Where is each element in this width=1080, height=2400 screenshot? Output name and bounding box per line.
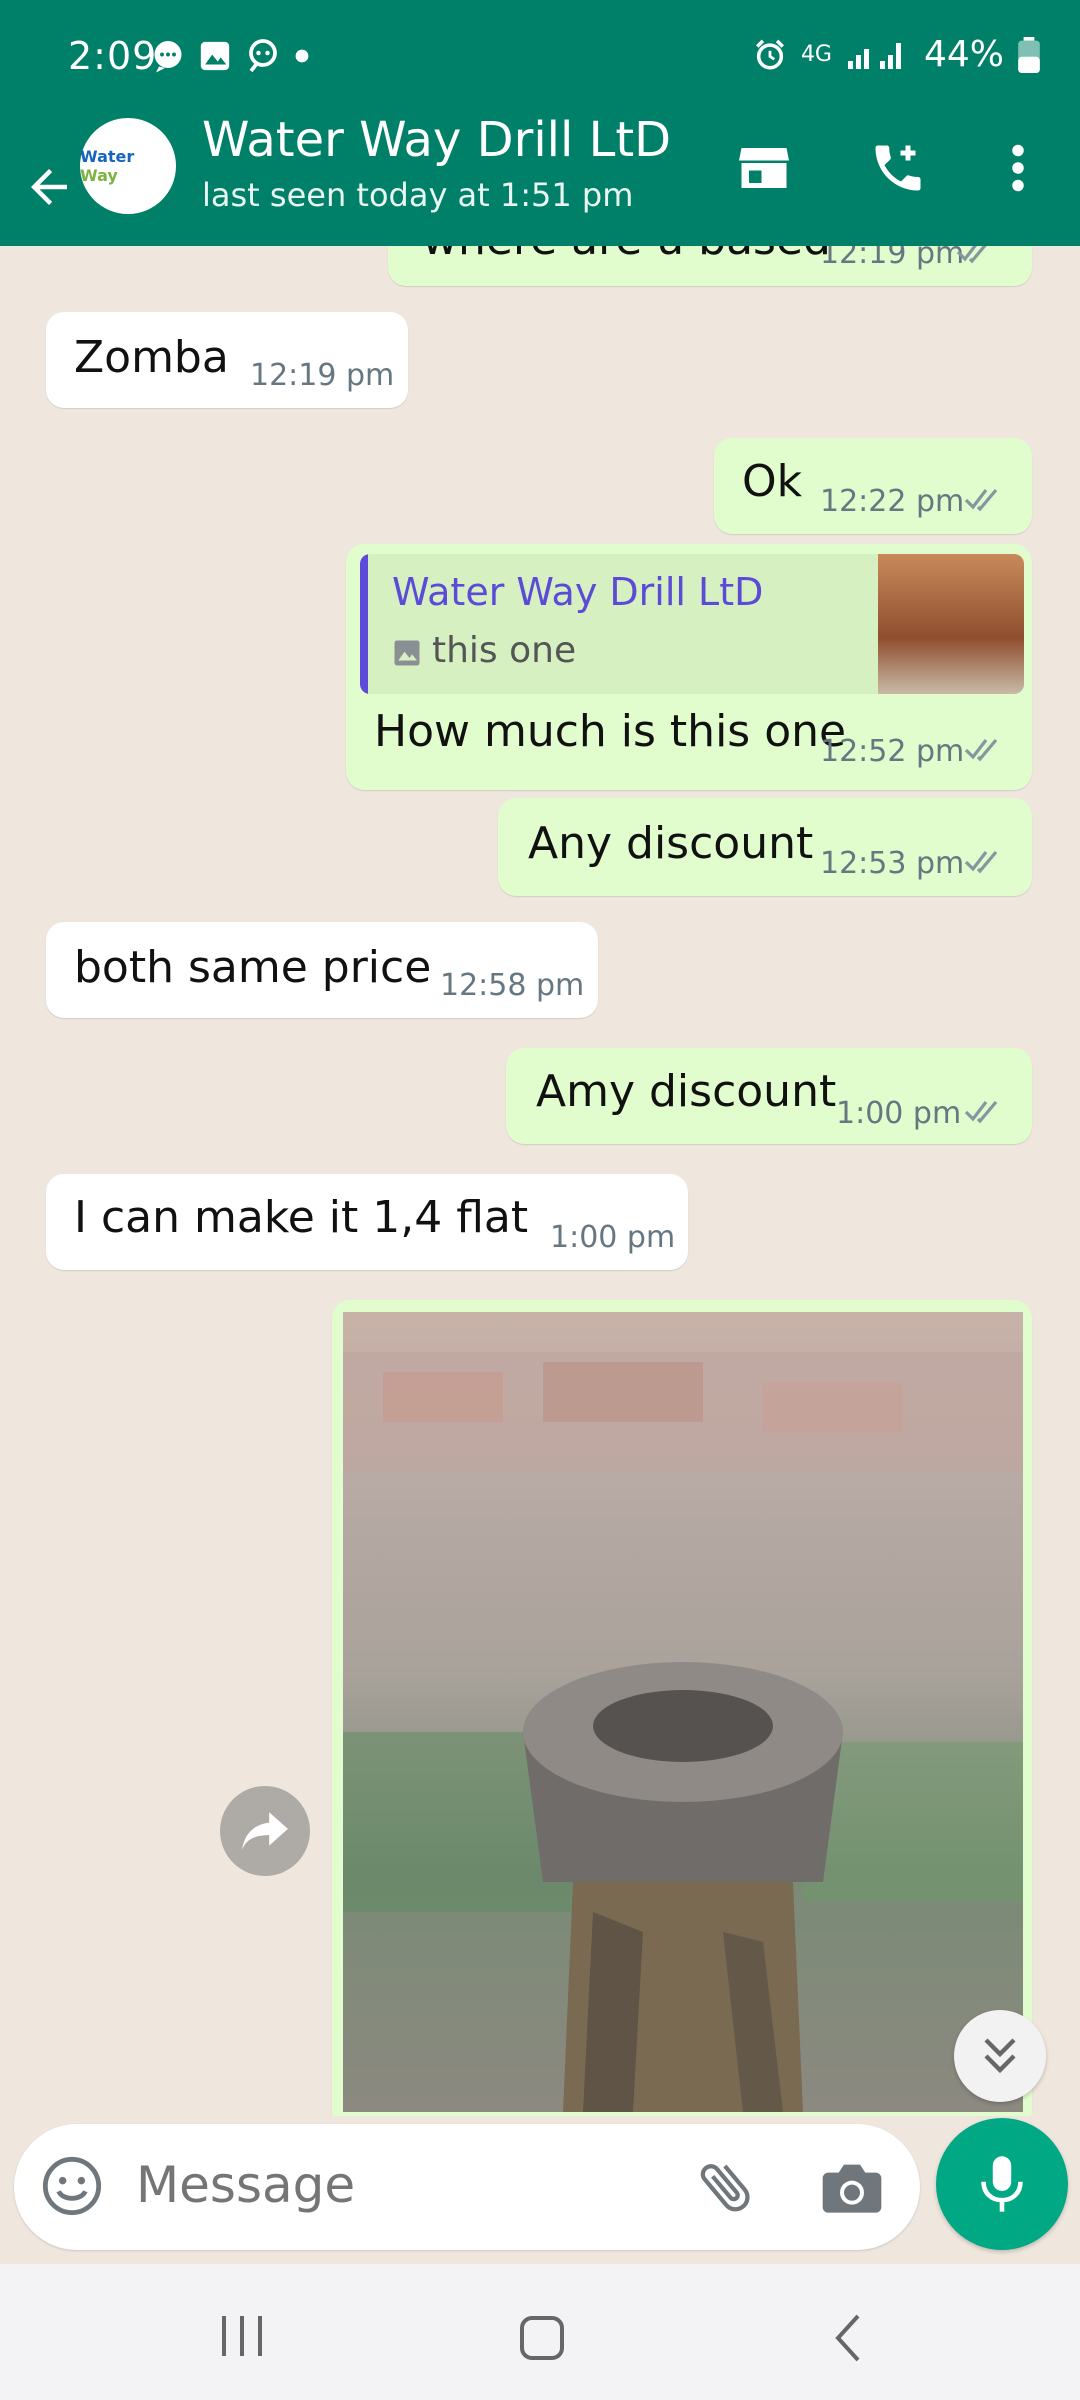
scroll-to-bottom-button[interactable]: [954, 2010, 1046, 2102]
message-input[interactable]: [136, 2156, 656, 2214]
system-nav-bar: [0, 2264, 1080, 2400]
message-text: Amy discount: [536, 1066, 837, 1117]
notification-icons: [150, 38, 310, 74]
back-arrow-icon[interactable]: [22, 160, 76, 214]
emoji-icon[interactable]: [40, 2154, 104, 2218]
forward-icon: [242, 1812, 288, 1850]
double-chevron-down-icon: [984, 2038, 1016, 2074]
read-ticks-icon: [964, 488, 998, 512]
quote-bar: [360, 554, 368, 694]
status-right: 4G 44%: [753, 34, 1040, 75]
message-text: both same price: [74, 942, 432, 993]
read-ticks-icon: [956, 246, 987, 264]
message-time: 1:00 pm: [836, 1096, 962, 1131]
voice-message-button[interactable]: [936, 2118, 1068, 2250]
avatar[interactable]: Water Way: [80, 118, 176, 214]
outgoing-message[interactable]: Amy discount 1:00 pm: [506, 1048, 1032, 1144]
battery-percent: 44%: [923, 34, 1004, 75]
message-list[interactable]: where are u based 12:19 pm Zomba 12:19 p…: [0, 246, 1080, 2116]
chat-bubble-icon: [154, 41, 182, 73]
alarm-icon: [755, 39, 784, 70]
shop-icon[interactable]: [734, 138, 794, 198]
home-icon[interactable]: [518, 2314, 566, 2362]
message-time: 12:19 pm: [250, 358, 395, 393]
dot-icon: [295, 49, 309, 63]
network-label: 4G: [800, 42, 832, 67]
message-time: 1:00 pm: [550, 1220, 676, 1255]
message-time: 12:53 pm: [820, 846, 965, 881]
quoted-sender: Water Way Drill LtD: [392, 570, 764, 614]
mic-icon: [981, 2156, 1023, 2212]
quoted-thumbnail: [878, 554, 1024, 694]
message-time: 12:19 pm: [820, 246, 965, 271]
battery-icon: [1018, 36, 1040, 73]
contact-name[interactable]: Water Way Drill LtD: [202, 112, 671, 168]
forward-button[interactable]: [220, 1786, 310, 1876]
camera-icon[interactable]: [820, 2156, 884, 2216]
message-text: Ok: [742, 456, 803, 507]
message-text: How much is this one: [374, 706, 847, 757]
incoming-message[interactable]: Zomba 12:19 pm: [46, 312, 408, 408]
signal-icon: [847, 42, 901, 69]
outgoing-message[interactable]: Ok 12:22 pm: [714, 438, 1032, 534]
message-time: 12:22 pm: [820, 484, 965, 519]
recents-icon[interactable]: [218, 2314, 268, 2358]
read-ticks-icon: [964, 738, 998, 762]
add-call-icon[interactable]: [868, 138, 928, 198]
message-time: 12:52 pm: [820, 734, 965, 769]
incoming-message[interactable]: both same price 12:58 pm: [46, 922, 598, 1018]
image-icon: [394, 640, 420, 666]
attach-icon[interactable]: [694, 2154, 758, 2218]
status-time: 2:09: [68, 34, 158, 78]
last-seen-status[interactable]: last seen today at 1:51 pm: [202, 176, 633, 214]
read-ticks-icon: [964, 850, 998, 874]
photo-attachment[interactable]: [343, 1312, 1023, 2112]
message-text: I can make it 1,4 flat: [74, 1192, 529, 1243]
avatar-logo: Water Way: [80, 147, 135, 185]
assistant-icon: [249, 39, 277, 73]
back-icon[interactable]: [830, 2312, 864, 2364]
outgoing-message[interactable]: where are u based 12:19 pm: [388, 246, 1032, 286]
quoted-message[interactable]: Water Way Drill LtD this one: [360, 554, 1024, 694]
message-text: Zomba: [74, 332, 229, 383]
more-vert-icon[interactable]: [1000, 138, 1036, 198]
message-time: 12:58 pm: [440, 968, 585, 1003]
status-bar: 2:09 4G 44%: [0, 0, 1080, 122]
photo-content: [343, 1352, 1023, 2112]
message-text: Any discount: [528, 818, 814, 869]
outgoing-message[interactable]: Any discount 12:53 pm: [498, 798, 1032, 896]
read-ticks-icon: [964, 1100, 998, 1124]
message-composer: [14, 2124, 920, 2250]
quoted-snippet: this one: [432, 630, 577, 671]
incoming-message[interactable]: I can make it 1,4 flat 1:00 pm: [46, 1174, 688, 1270]
message-text: where are u based: [422, 246, 831, 265]
gallery-icon: [200, 41, 230, 71]
